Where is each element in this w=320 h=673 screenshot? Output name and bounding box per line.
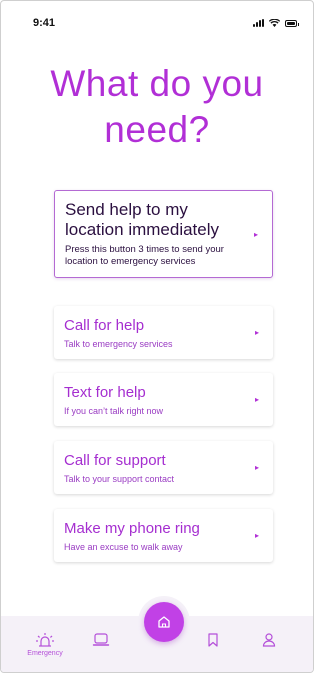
card-subtitle: Talk to your support contact [64,473,175,484]
card-subtitle: Press this button 3 times to send your l… [65,244,224,267]
chevron-right-icon: ▸ [254,463,259,472]
card-title: Make my phone ring [64,519,200,537]
nav-bookmark[interactable] [193,632,233,648]
nav-laptop[interactable] [81,632,121,648]
card-title: Call for help [64,316,145,334]
card-subtitle: Talk to emergency services [64,338,173,349]
chevron-right-icon: ▸ [254,531,259,540]
card-text: Call for help Talk to emergency services [64,316,251,350]
signal-icon [253,19,264,27]
card-subtitle: If you can’t talk right now [64,405,164,416]
text-for-help-button[interactable]: Text for help If you can’t talk right no… [54,373,273,426]
laptop-icon [92,633,110,646]
send-location-button[interactable]: Send help to my location immediately Pre… [54,190,273,278]
card-text: Make my phone ring Have an excuse to wal… [64,519,251,553]
call-for-support-button[interactable]: Call for support Talk to your support co… [54,441,273,494]
bookmark-icon [208,633,218,647]
card-title: Call for support [64,451,166,469]
nav-emergency[interactable]: Emergency [25,632,65,657]
card-subtitle: Have an excuse to walk away [64,541,183,552]
home-icon [158,616,170,628]
siren-icon [36,632,54,647]
nav-label-emergency: Emergency [27,649,63,657]
card-text: Send help to my location immediately Pre… [65,200,250,268]
page-title: What do you need? [50,63,264,150]
battery-icon [285,19,299,27]
call-for-help-button[interactable]: Call for help Talk to emergency services… [54,306,273,359]
phone-screen: 9:41 What do you need? Send help to my l… [0,0,314,673]
status-time: 9:41 [33,17,56,29]
chevron-right-icon: ▸ [253,229,258,239]
user-icon [262,633,276,647]
chevron-right-icon: ▸ [254,328,259,337]
card-text: Text for help If you can’t talk right no… [64,383,251,417]
status-icons [253,19,299,27]
home-button[interactable] [144,602,184,642]
wifi-icon [269,19,280,27]
card-title: Send help to my location immediately [65,200,220,239]
card-text: Call for support Talk to your support co… [64,451,251,485]
make-phone-ring-button[interactable]: Make my phone ring Have an excuse to wal… [54,509,273,562]
nav-profile[interactable] [249,632,289,648]
status-bar: 9:41 [1,1,313,45]
card-title: Text for help [64,383,146,401]
chevron-right-icon: ▸ [254,395,259,404]
